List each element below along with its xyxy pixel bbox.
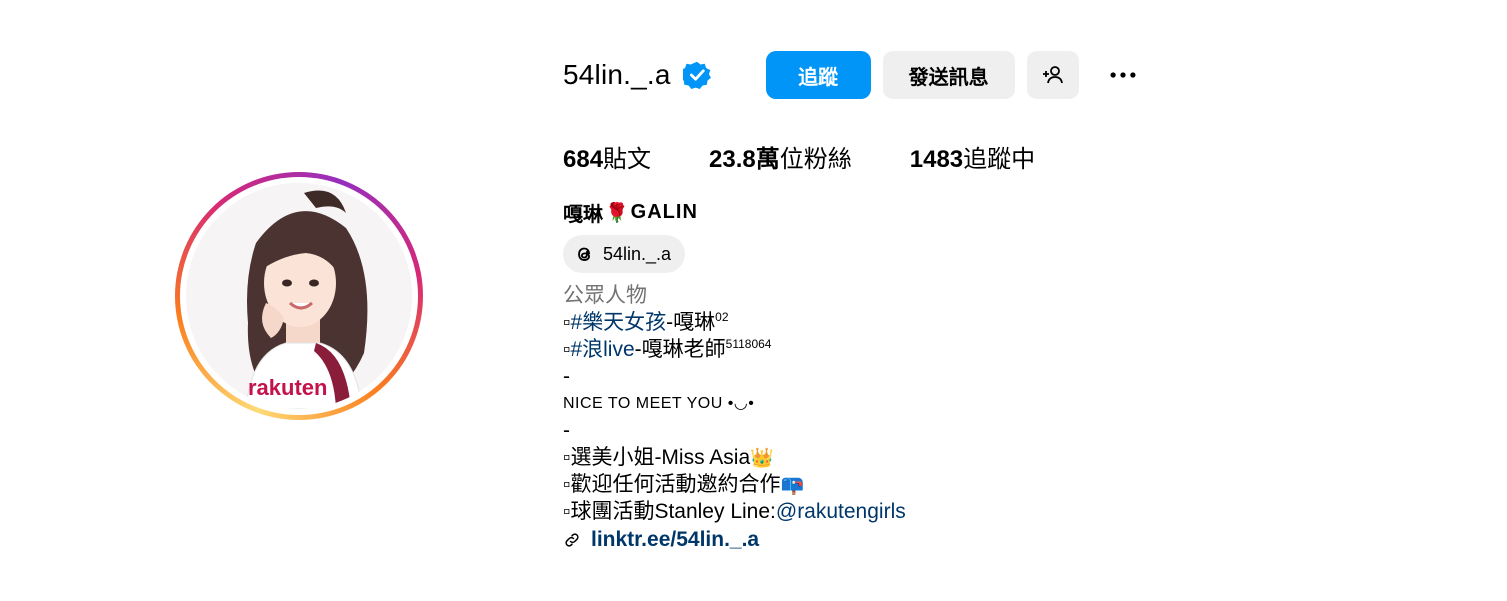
bio-line-4: NICE TO MEET YOU •◡• bbox=[563, 395, 755, 412]
external-link[interactable]: linktr.ee/54lin._.a bbox=[563, 526, 759, 554]
bio-line-6: ▫選美小姐-Miss Asia👑 bbox=[563, 444, 906, 471]
bio-superscript: 02 bbox=[715, 310, 729, 324]
suggested-users-button[interactable] bbox=[1026, 51, 1079, 99]
bio-superscript: 5118064 bbox=[725, 337, 772, 351]
bio-text: -嘎琳老師 bbox=[634, 338, 726, 361]
rose-emoji: 🌹 bbox=[605, 202, 629, 224]
mailbox-emoji: 📪 bbox=[780, 474, 805, 496]
full-name-text: 嘎琳 bbox=[563, 204, 603, 226]
avatar-photo: rakuten bbox=[186, 183, 412, 409]
profile-username[interactable]: 54lin._.a bbox=[563, 59, 671, 91]
send-message-button[interactable]: 發送訊息 bbox=[882, 51, 1015, 99]
more-options-button[interactable] bbox=[1103, 51, 1143, 99]
followers-count[interactable]: 23.8萬位粉絲 bbox=[709, 139, 852, 174]
bio-text: ▫球團活動Stanley Line: bbox=[563, 500, 776, 523]
bio-line-1: ▫#樂天女孩-嘎琳02 bbox=[563, 309, 906, 336]
hashtag-link[interactable]: #浪live bbox=[570, 338, 634, 361]
bio-text: ▫選美小姐-Miss Asia bbox=[563, 446, 751, 469]
threads-link[interactable]: 54lin._.a bbox=[563, 235, 686, 273]
avatar-border: rakuten bbox=[180, 177, 418, 415]
posts-value: 684 bbox=[563, 145, 604, 173]
threads-handle: 54lin._.a bbox=[603, 243, 672, 264]
profile-full-name: 嘎琳 🌹 GALIN bbox=[563, 198, 698, 227]
profile-header: 54lin._.a 追蹤 發送訊息 bbox=[563, 50, 1143, 100]
hashtag-link[interactable]: #樂天女孩 bbox=[570, 311, 666, 334]
threads-icon bbox=[578, 247, 590, 261]
bio-line-7: ▫歡迎任何活動邀約合作📪 bbox=[563, 471, 906, 498]
bio-line-8: ▫球團活動Stanley Line:@rakutengirls bbox=[563, 498, 906, 525]
link-icon bbox=[565, 533, 579, 547]
verified-badge-icon bbox=[682, 61, 711, 89]
profile-bio: 公眾人物 ▫#樂天女孩-嘎琳02 ▫#浪live-嘎琳老師5118064 - N… bbox=[563, 282, 906, 525]
bio-line-5: - bbox=[563, 419, 570, 442]
following-count[interactable]: 1483追蹤中 bbox=[910, 139, 1035, 174]
bio-line-3: - bbox=[563, 365, 570, 388]
more-options-icon bbox=[1110, 72, 1136, 78]
profile-category: 公眾人物 bbox=[563, 284, 647, 307]
svg-text:rakuten: rakuten bbox=[248, 375, 327, 400]
avatar[interactable]: rakuten bbox=[186, 183, 412, 409]
bio-line-2: ▫#浪live-嘎琳老師5118064 bbox=[563, 336, 906, 363]
followers-label: 位粉絲 bbox=[779, 145, 852, 173]
crown-emoji: 👑 bbox=[750, 447, 774, 469]
bio-text: -嘎琳 bbox=[666, 311, 716, 334]
posts-count: 684貼文 bbox=[563, 139, 651, 174]
profile-avatar-ring[interactable]: rakuten bbox=[175, 172, 423, 420]
followers-value: 23.8萬 bbox=[709, 145, 780, 173]
following-label: 追蹤中 bbox=[963, 145, 1036, 173]
full-name-suffix: GALIN bbox=[630, 201, 698, 223]
mention-link[interactable]: @rakutengirls bbox=[776, 500, 906, 523]
external-link-text[interactable]: linktr.ee/54lin._.a bbox=[591, 528, 759, 552]
profile-stats: 684貼文 23.8萬位粉絲 1483追蹤中 bbox=[563, 138, 1093, 174]
posts-label: 貼文 bbox=[603, 145, 652, 173]
follow-button[interactable]: 追蹤 bbox=[765, 51, 871, 99]
bio-text: ▫歡迎任何活動邀約合作 bbox=[563, 473, 781, 496]
following-value: 1483 bbox=[909, 145, 964, 173]
add-user-icon bbox=[1042, 66, 1063, 84]
